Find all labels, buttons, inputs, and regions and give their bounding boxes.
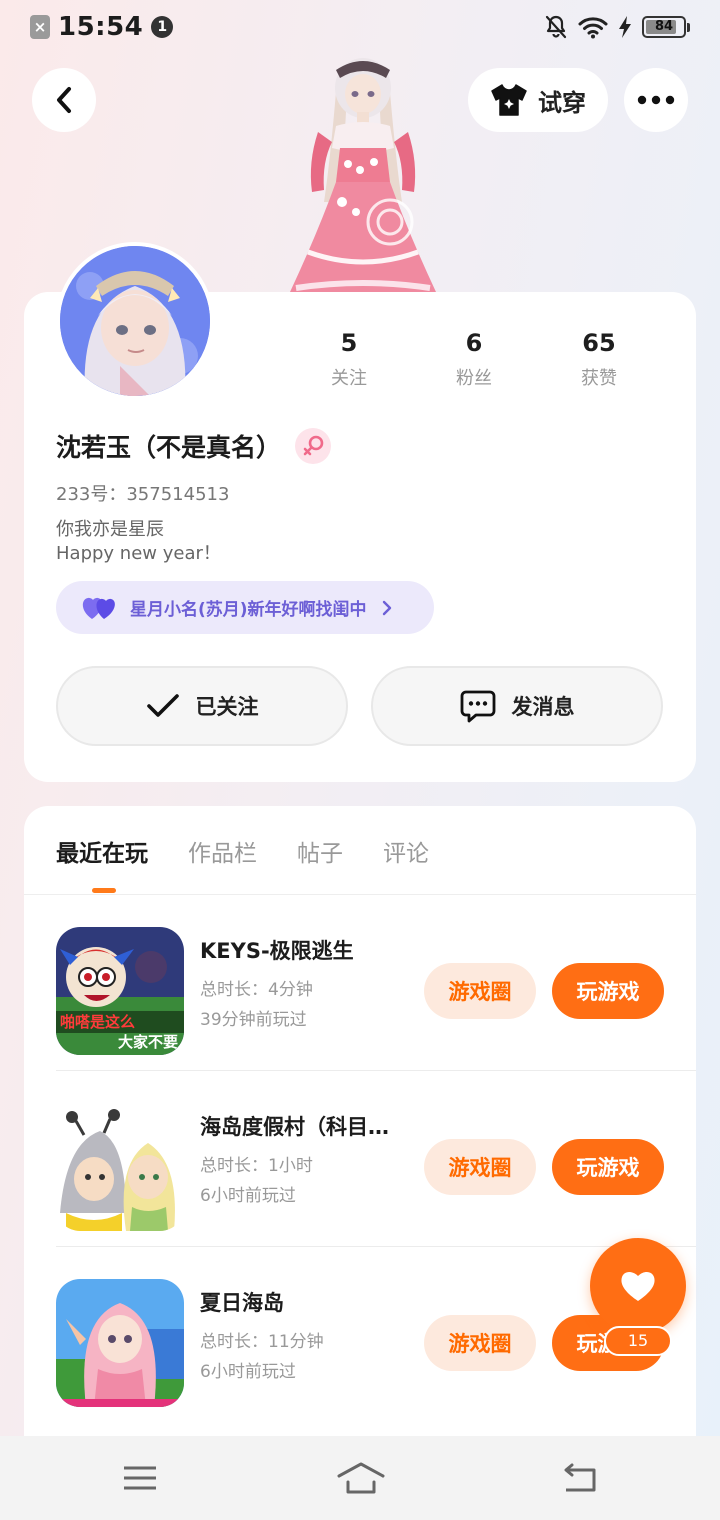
game-duration: 总时长：4分钟 [200, 980, 313, 1000]
game-duration: 总时长：1小时 [200, 1156, 313, 1176]
like-fab-button[interactable] [590, 1238, 686, 1334]
system-nav-bar [0, 1436, 720, 1520]
game-icon-caption-2: 大家不要 [118, 1033, 178, 1051]
following-count: 5 [340, 329, 358, 357]
game-name: KEYS-极限逃生 [200, 939, 354, 963]
game-icon[interactable] [56, 1279, 184, 1407]
battery-body: 84 [642, 16, 686, 38]
user-id: 233号：357514513 [56, 484, 230, 505]
back-arrow-icon [564, 1463, 596, 1492]
chevron-left-icon [57, 87, 71, 113]
bio-line-2: Happy new year！ [56, 543, 221, 564]
game-name: 海岛度假村（科目… [200, 1115, 389, 1139]
more-button[interactable] [624, 68, 688, 132]
back-nav-button[interactable] [558, 1458, 602, 1498]
female-icon [303, 435, 324, 456]
game-row[interactable]: 海岛度假村（科目… 总时长：1小时 6小时前玩过 游戏圈 玩游戏 [56, 1071, 696, 1247]
game-icon-image [56, 1279, 184, 1407]
home-button[interactable] [336, 1458, 386, 1498]
status-bar: × 15:54 1 84 [0, 0, 720, 56]
likes-count: 65 [582, 329, 616, 357]
following-label-text: 已关注 [195, 695, 259, 719]
double-heart-icon [82, 597, 115, 619]
bio-line-1: 你我亦是星辰 [56, 519, 164, 540]
charging-bolt-icon [619, 16, 631, 38]
game-circle-button[interactable]: 游戏圈 [424, 1315, 536, 1371]
home-icon [337, 1462, 385, 1494]
avatar-image [60, 246, 210, 396]
message-label-text: 发消息 [511, 695, 575, 719]
play-game-button[interactable]: 玩游戏 [552, 1139, 664, 1195]
game-icon[interactable] [56, 1103, 184, 1231]
try-on-label: 试穿 [538, 88, 586, 117]
battery-indicator: 84 [642, 16, 690, 38]
wifi-icon [578, 17, 608, 39]
tab-bar: 最近在玩 作品栏 帖子 评论 [56, 834, 429, 868]
no-sim-icon: × [30, 15, 50, 39]
game-row[interactable]: 啪嗒是这么 大家不要 KEYS-极限逃生 总时长：4分钟 39分钟前玩过 游戏圈… [56, 895, 696, 1071]
more-dots-icon [637, 95, 675, 105]
like-count-badge: 15 [604, 1326, 672, 1356]
play-game-button[interactable]: 玩游戏 [552, 963, 664, 1019]
chevron-right-icon [382, 600, 391, 615]
chat-bubble-icon [460, 690, 495, 723]
battery-text: 84 [654, 19, 674, 34]
back-button[interactable] [32, 68, 96, 132]
menu-icon [124, 1466, 156, 1490]
following-label: 关注 [331, 368, 367, 389]
username: 沈若玉（不是真名） [56, 433, 282, 462]
tshirt-sparkle-icon [491, 84, 527, 116]
username-row: 沈若玉（不是真名） [56, 428, 332, 464]
game-icon-image: 啪嗒是这么 大家不要 [56, 927, 184, 1055]
likes-label: 获赞 [581, 368, 617, 389]
stat-likes[interactable]: 65 获赞 [554, 328, 644, 390]
tab-comments[interactable]: 评论 [383, 834, 429, 868]
game-last-played: 39分钟前玩过 [200, 1010, 307, 1030]
fans-count: 6 [465, 329, 483, 357]
bell-muted-icon [545, 15, 567, 39]
game-name: 夏日海岛 [200, 1291, 284, 1315]
try-on-button[interactable]: 试穿 [468, 68, 608, 132]
recent-apps-button[interactable] [118, 1458, 162, 1498]
character-model-image [290, 58, 436, 292]
content-card: 最近在玩 作品栏 帖子 评论 啪嗒是这么 大家不要 KEYS-极限逃生 总时长：… [24, 806, 696, 1466]
game-last-played: 6小时前玩过 [200, 1186, 296, 1206]
avatar[interactable] [56, 242, 214, 400]
game-icon-caption-1: 啪嗒是这么 [60, 1013, 135, 1031]
stats-row: 5 关注 6 粉丝 65 获赞 [304, 328, 644, 390]
cp-text: 星月小名(苏月)新年好啊找闺中 [130, 600, 367, 620]
bio: 你我亦是星辰 Happy new year！ [56, 518, 221, 566]
following-button[interactable]: 已关注 [56, 666, 348, 746]
battery-cap [687, 22, 690, 32]
game-icon-image [56, 1103, 184, 1231]
status-left: × 15:54 1 [30, 12, 174, 42]
checkmark-icon [146, 694, 179, 717]
female-gender-badge [295, 428, 332, 464]
stat-fans[interactable]: 6 粉丝 [429, 328, 519, 390]
fans-label: 粉丝 [456, 368, 492, 389]
game-duration: 总时长：11分钟 [200, 1332, 324, 1352]
send-message-button[interactable]: 发消息 [371, 666, 663, 746]
notification-count-badge: 1 [151, 16, 174, 38]
game-last-played: 6小时前玩过 [200, 1362, 296, 1382]
stat-following[interactable]: 5 关注 [304, 328, 394, 390]
clock: 15:54 [58, 12, 144, 42]
active-tab-indicator [92, 888, 116, 893]
status-right: 84 [544, 14, 690, 40]
game-circle-button[interactable]: 游戏圈 [424, 1139, 536, 1195]
cp-relationship-pill[interactable]: 星月小名(苏月)新年好啊找闺中 [56, 581, 434, 634]
game-icon[interactable]: 啪嗒是这么 大家不要 [56, 927, 184, 1055]
tab-works[interactable]: 作品栏 [188, 834, 257, 868]
heart-icon [621, 1271, 655, 1301]
game-circle-button[interactable]: 游戏圈 [424, 963, 536, 1019]
tab-posts[interactable]: 帖子 [297, 834, 343, 868]
tab-recently-played[interactable]: 最近在玩 [56, 834, 148, 868]
